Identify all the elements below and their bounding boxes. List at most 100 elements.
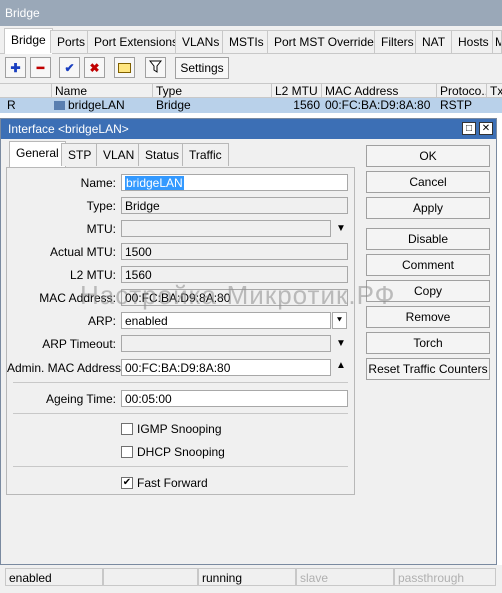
row-l2mtu: 1560 (293, 98, 320, 112)
arp-timeout-label: ARP Timeout: (42, 337, 116, 351)
tab-bridge[interactable]: Bridge (4, 28, 53, 54)
mac-label: MAC Address: (39, 291, 116, 305)
copy-button[interactable]: Copy (366, 280, 490, 302)
filter-icon (148, 60, 163, 76)
admin-mac-collapse-icon[interactable]: ▲ (336, 361, 346, 371)
name-input[interactable]: bridgeLAN (121, 174, 348, 191)
arp-dropdown-button[interactable]: ⯆ (332, 312, 347, 329)
tab-more[interactable]: M (492, 30, 502, 53)
col-flag[interactable] (0, 84, 52, 99)
comment-icon (118, 62, 131, 73)
status-passthrough: passthrough (394, 568, 496, 586)
comment-button[interactable]: Comment (366, 254, 490, 276)
disable-button[interactable]: ✖ (84, 57, 105, 78)
name-label: Name: (80, 176, 116, 190)
separator (13, 466, 348, 467)
remove-button[interactable]: Remove (366, 306, 490, 328)
actual-mtu-field: 1500 (121, 243, 348, 260)
separator (13, 413, 348, 414)
status-slave: slave (296, 568, 394, 586)
status-bar: enabled running slave passthrough (0, 565, 502, 593)
window-title: Bridge (0, 0, 502, 26)
cancel-button[interactable]: Cancel (366, 171, 490, 193)
filter-button[interactable] (145, 57, 166, 78)
tab-nat[interactable]: NAT (415, 30, 453, 53)
dialog-tab-general[interactable]: General (9, 141, 66, 167)
minus-icon: ━ (36, 60, 45, 75)
mtu-label: MTU: (86, 222, 116, 236)
col-name[interactable]: Name (52, 84, 153, 99)
tab-filters[interactable]: Filters (374, 30, 421, 53)
close-button[interactable]: ✕ (479, 122, 493, 135)
fast-forward-checkbox[interactable]: ✔ (121, 477, 133, 489)
enable-button[interactable]: ✔ (59, 57, 80, 78)
dhcp-snooping-checkbox[interactable] (121, 446, 133, 458)
igmp-snooping-checkbox[interactable] (121, 423, 133, 435)
l2mtu-label: L2 MTU: (69, 268, 116, 282)
type-label: Type: (86, 199, 116, 213)
col-tx[interactable]: Tx (487, 84, 502, 99)
check-icon: ✔ (122, 477, 132, 488)
row-protocol: RSTP (440, 98, 473, 112)
interface-dialog: Interface <bridgeLAN> □ ✕ General STP VL… (0, 118, 497, 565)
comment-button[interactable] (114, 57, 135, 78)
ok-button[interactable]: OK (366, 145, 490, 167)
arp-select[interactable]: enabled (121, 312, 331, 329)
bridge-icon (54, 101, 65, 110)
grid-header: Name Type L2 MTU MAC Address Protoco... … (0, 83, 502, 99)
dialog-tab-traffic[interactable]: Traffic (182, 143, 229, 166)
tab-hosts[interactable]: Hosts (451, 30, 496, 53)
arp-timeout-expand-icon[interactable]: ▼ (336, 339, 346, 349)
dialog-tab-vlan[interactable]: VLAN (96, 143, 142, 166)
l2mtu-field: 1560 (121, 266, 348, 283)
plus-icon: ✚ (10, 60, 21, 75)
tab-port-extensions[interactable]: Port Extensions (87, 30, 186, 53)
row-mac: 00:FC:BA:D9:8A:80 (325, 98, 431, 112)
mtu-input[interactable] (121, 220, 331, 237)
col-protocol[interactable]: Protoco... (437, 84, 487, 99)
tab-port-mst-overrides[interactable]: Port MST Overrides (267, 30, 387, 53)
dialog-tab-stp[interactable]: STP (61, 143, 99, 166)
dialog-title: Interface <bridgeLAN> (1, 119, 496, 139)
dropdown-arrow-icon: ⯆ (335, 315, 344, 325)
status-running: running (198, 568, 296, 586)
table-row[interactable]: R bridgeLAN Bridge 1560 00:FC:BA:D9:8A:8… (0, 98, 502, 113)
dialog-tab-status[interactable]: Status (138, 143, 187, 166)
arp-timeout-input[interactable] (121, 335, 331, 352)
reset-traffic-counters-button[interactable]: Reset Traffic Counters (366, 358, 490, 380)
col-mac[interactable]: MAC Address (322, 84, 437, 99)
outer-tab-bar: Bridge Ports Port Extensions VLANs MSTIs… (0, 26, 502, 54)
col-type[interactable]: Type (153, 84, 272, 99)
col-l2mtu[interactable]: L2 MTU (272, 84, 322, 99)
torch-button[interactable]: Torch (366, 332, 490, 354)
row-type: Bridge (156, 98, 191, 112)
apply-button[interactable]: Apply (366, 197, 490, 219)
toolbar: ✚ ━ ✔ ✖ Settings (0, 54, 502, 82)
ageing-time-input[interactable]: 00:05:00 (121, 390, 348, 407)
status-state: enabled (5, 568, 103, 586)
mac-field: 00:FC:BA:D9:8A:80 (121, 289, 348, 306)
row-flag: R (7, 98, 16, 112)
dhcp-snooping-label: DHCP Snooping (137, 445, 225, 459)
check-icon: ✔ (64, 60, 75, 75)
arp-label: ARP: (87, 314, 116, 328)
maximize-button[interactable]: □ (462, 122, 476, 135)
actual-mtu-label: Actual MTU: (49, 245, 116, 259)
admin-mac-input[interactable]: 00:FC:BA:D9:8A:80 (121, 359, 331, 376)
type-field: Bridge (121, 197, 348, 214)
disable-button[interactable]: Disable (366, 228, 490, 250)
mtu-expand-icon[interactable]: ▼ (336, 224, 346, 234)
tab-vlans[interactable]: VLANs (175, 30, 227, 53)
row-name: bridgeLAN (54, 98, 153, 113)
remove-button[interactable]: ━ (30, 57, 51, 78)
separator (13, 382, 348, 383)
maximize-icon: □ (465, 123, 473, 134)
status-empty (103, 568, 198, 586)
add-button[interactable]: ✚ (5, 57, 26, 78)
admin-mac-label: Admin. MAC Address: (7, 361, 125, 375)
settings-button[interactable]: Settings (175, 57, 229, 79)
tab-ports[interactable]: Ports (50, 30, 93, 53)
name-value: bridgeLAN (125, 176, 184, 190)
tab-mstis[interactable]: MSTIs (222, 30, 271, 53)
row-name-text: bridgeLAN (68, 98, 125, 112)
